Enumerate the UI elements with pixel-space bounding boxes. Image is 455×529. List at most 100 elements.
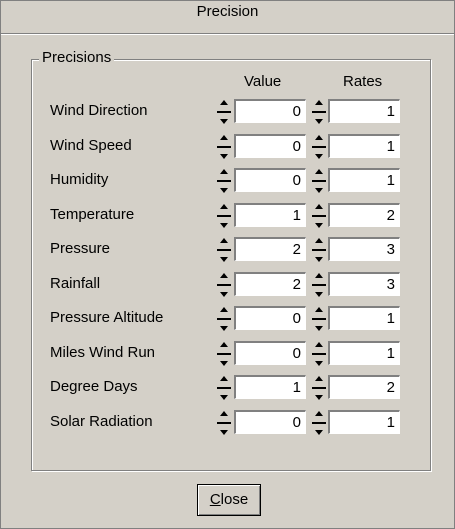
value-field-rainfall[interactable]: 2	[234, 272, 306, 296]
spin-up-icon[interactable]	[220, 100, 228, 105]
spin-divider	[217, 422, 231, 424]
rate-spinner-solar-radiation[interactable]	[312, 409, 326, 437]
spin-divider	[312, 215, 326, 217]
rate-spinner-rainfall[interactable]	[312, 271, 326, 299]
rate-spinner-wind-speed[interactable]	[312, 133, 326, 161]
spin-down-icon[interactable]	[315, 119, 323, 124]
precisions-group-label: Precisions	[39, 49, 115, 66]
value-spinner-degree-days[interactable]	[217, 374, 231, 402]
rate-spinner-pressure[interactable]	[312, 236, 326, 264]
spin-down-icon[interactable]	[220, 292, 228, 297]
spin-up-icon[interactable]	[315, 135, 323, 140]
spin-divider	[312, 318, 326, 320]
rate-field-solar-radiation[interactable]: 1	[328, 410, 400, 434]
rate-field-miles-wind-run[interactable]: 1	[328, 341, 400, 365]
value-spinner-rainfall[interactable]	[217, 271, 231, 299]
row-label-wind-direction: Wind Direction	[50, 102, 148, 119]
spin-up-icon[interactable]	[315, 411, 323, 416]
rate-spinner-humidity[interactable]	[312, 167, 326, 195]
spin-divider	[312, 353, 326, 355]
spin-down-icon[interactable]	[315, 395, 323, 400]
rate-field-temperature[interactable]: 2	[328, 203, 400, 227]
spin-up-icon[interactable]	[220, 273, 228, 278]
value-field-wind-speed[interactable]: 0	[234, 134, 306, 158]
spin-divider	[312, 180, 326, 182]
rate-field-wind-speed[interactable]: 1	[328, 134, 400, 158]
spin-down-icon[interactable]	[220, 395, 228, 400]
spin-up-icon[interactable]	[220, 376, 228, 381]
value-field-solar-radiation[interactable]: 0	[234, 410, 306, 434]
value-field-wind-direction[interactable]: 0	[234, 99, 306, 123]
value-spinner-wind-direction[interactable]	[217, 98, 231, 126]
spin-up-icon[interactable]	[220, 342, 228, 347]
row-label-temperature: Temperature	[50, 206, 135, 223]
value-column-header: Value	[244, 73, 282, 90]
spin-down-icon[interactable]	[315, 223, 323, 228]
rate-field-pressure[interactable]: 3	[328, 237, 400, 261]
spin-up-icon[interactable]	[220, 204, 228, 209]
value-field-temperature[interactable]: 1	[234, 203, 306, 227]
row-label-miles-wind-run: Miles Wind Run	[50, 344, 156, 361]
rate-field-rainfall[interactable]: 3	[328, 272, 400, 296]
spin-divider	[312, 387, 326, 389]
spin-down-icon[interactable]	[220, 188, 228, 193]
title-divider	[1, 33, 454, 35]
spin-up-icon[interactable]	[220, 135, 228, 140]
spin-down-icon[interactable]	[220, 257, 228, 262]
row-label-solar-radiation: Solar Radiation	[50, 413, 153, 430]
spin-divider	[217, 249, 231, 251]
spin-up-icon[interactable]	[220, 238, 228, 243]
spin-up-icon[interactable]	[315, 273, 323, 278]
spin-down-icon[interactable]	[315, 292, 323, 297]
spin-divider	[217, 353, 231, 355]
spin-up-icon[interactable]	[220, 169, 228, 174]
rates-column-header: Rates	[343, 73, 383, 90]
value-spinner-pressure-altitude[interactable]	[217, 305, 231, 333]
value-field-pressure-altitude[interactable]: 0	[234, 306, 306, 330]
value-spinner-pressure[interactable]	[217, 236, 231, 264]
rate-spinner-miles-wind-run[interactable]	[312, 340, 326, 368]
spin-down-icon[interactable]	[220, 223, 228, 228]
spin-up-icon[interactable]	[315, 376, 323, 381]
rate-spinner-wind-direction[interactable]	[312, 98, 326, 126]
spin-down-icon[interactable]	[220, 154, 228, 159]
spin-up-icon[interactable]	[220, 411, 228, 416]
spin-down-icon[interactable]	[315, 188, 323, 193]
rate-field-degree-days[interactable]: 2	[328, 375, 400, 399]
rate-field-humidity[interactable]: 1	[328, 168, 400, 192]
value-field-miles-wind-run[interactable]: 0	[234, 341, 306, 365]
rate-field-wind-direction[interactable]: 1	[328, 99, 400, 123]
value-field-humidity[interactable]: 0	[234, 168, 306, 192]
spin-down-icon[interactable]	[315, 257, 323, 262]
row-label-humidity: Humidity	[50, 171, 109, 188]
spin-down-icon[interactable]	[220, 119, 228, 124]
spin-down-icon[interactable]	[220, 361, 228, 366]
spin-down-icon[interactable]	[220, 326, 228, 331]
spin-up-icon[interactable]	[315, 204, 323, 209]
spin-up-icon[interactable]	[315, 342, 323, 347]
spin-down-icon[interactable]	[315, 361, 323, 366]
spin-down-icon[interactable]	[315, 326, 323, 331]
value-spinner-miles-wind-run[interactable]	[217, 340, 231, 368]
spin-divider	[312, 284, 326, 286]
value-field-degree-days[interactable]: 1	[234, 375, 306, 399]
spin-up-icon[interactable]	[220, 307, 228, 312]
spin-down-icon[interactable]	[220, 430, 228, 435]
spin-down-icon[interactable]	[315, 430, 323, 435]
spin-down-icon[interactable]	[315, 154, 323, 159]
close-button[interactable]: Close	[197, 484, 261, 516]
spin-up-icon[interactable]	[315, 238, 323, 243]
spin-up-icon[interactable]	[315, 307, 323, 312]
value-spinner-humidity[interactable]	[217, 167, 231, 195]
rate-spinner-temperature[interactable]	[312, 202, 326, 230]
rate-field-pressure-altitude[interactable]: 1	[328, 306, 400, 330]
spin-up-icon[interactable]	[315, 100, 323, 105]
value-spinner-temperature[interactable]	[217, 202, 231, 230]
rate-spinner-degree-days[interactable]	[312, 374, 326, 402]
spin-divider	[217, 146, 231, 148]
value-spinner-wind-speed[interactable]	[217, 133, 231, 161]
value-spinner-solar-radiation[interactable]	[217, 409, 231, 437]
rate-spinner-pressure-altitude[interactable]	[312, 305, 326, 333]
value-field-pressure[interactable]: 2	[234, 237, 306, 261]
spin-up-icon[interactable]	[315, 169, 323, 174]
